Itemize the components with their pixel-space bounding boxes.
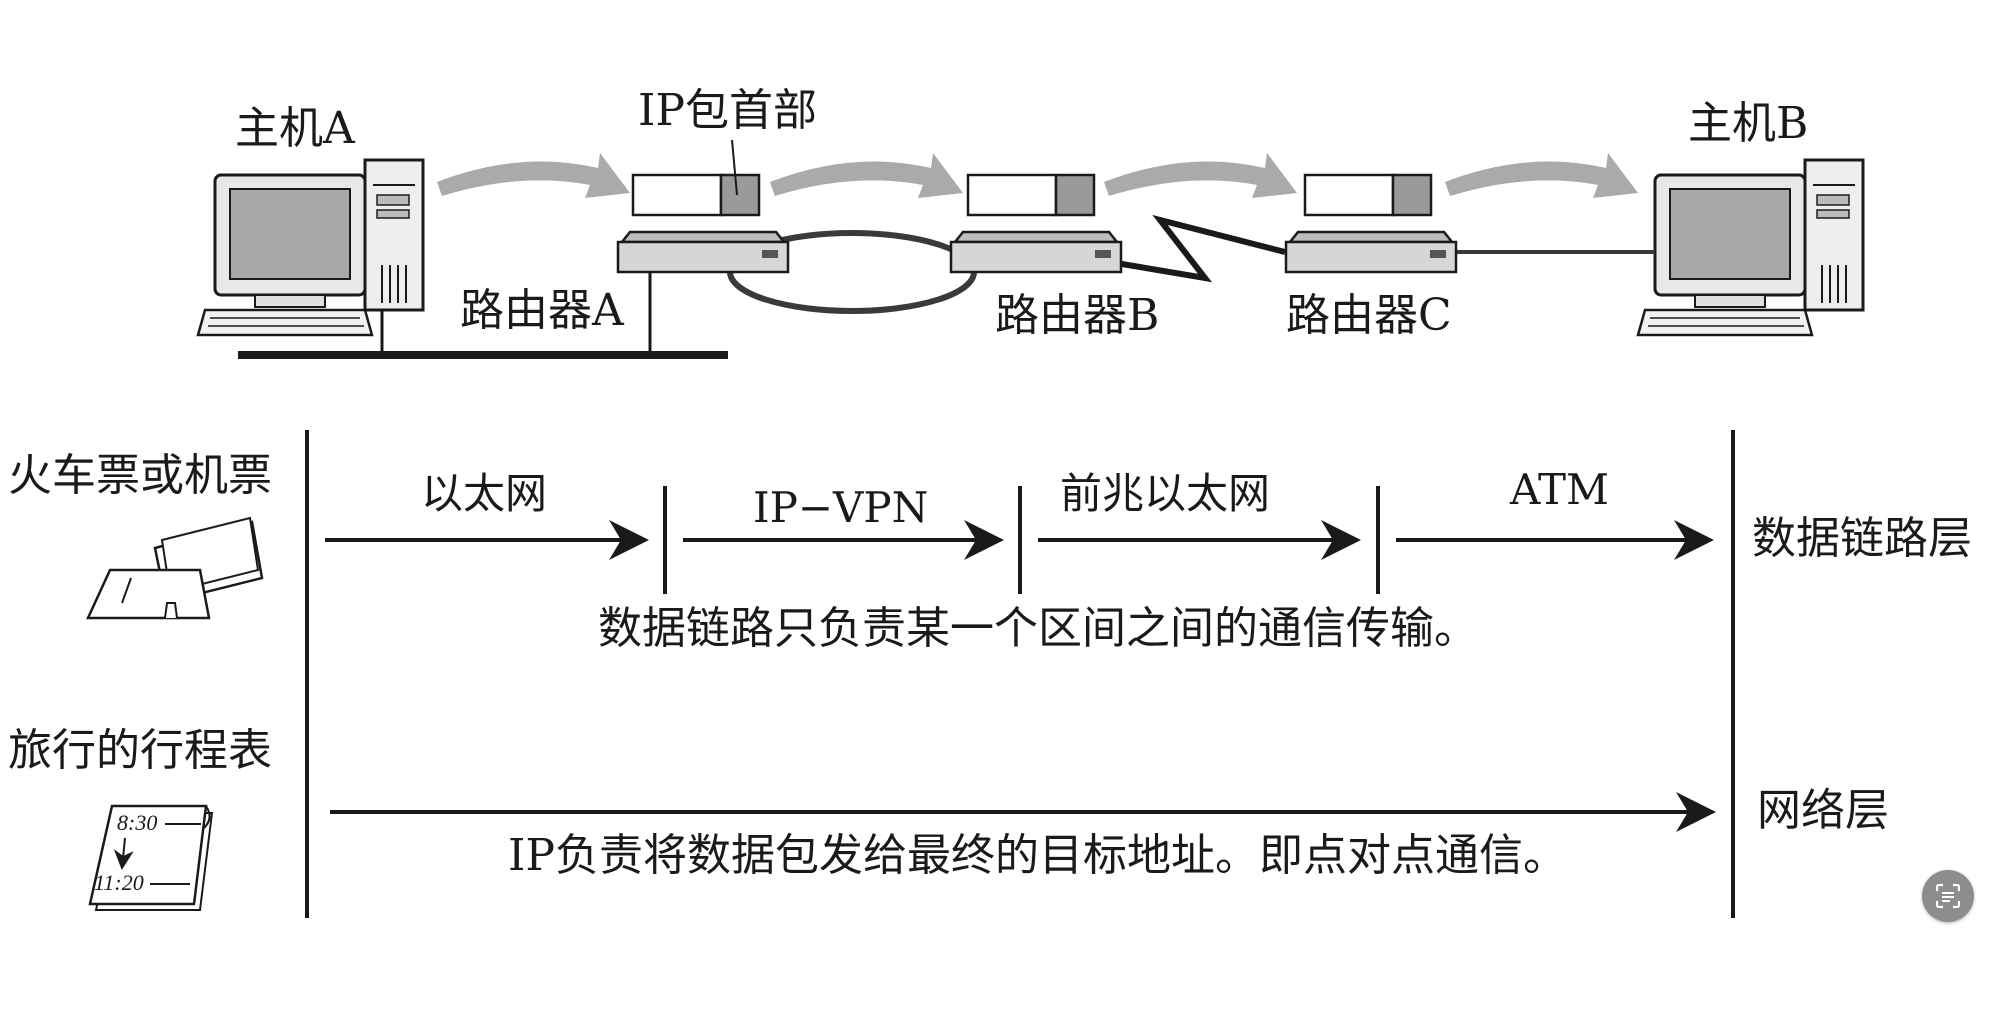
datalink-description: 数据链路只负责某一个区间之间的通信传输。: [598, 603, 1478, 654]
layer-comparison: 火车票或机票 以太网 IP−VPN 前兆以太网 ATM 数据链路层 数据链路只负…: [8, 430, 1972, 918]
ip-packet: [1303, 173, 1433, 217]
router-b-label: 路由器B: [995, 290, 1159, 341]
host-a-label: 主机A: [235, 103, 356, 154]
schedule-time-2: 11:20: [94, 870, 144, 895]
osi-layer-diagram: 主机A 主机B 路由器A 路由器B 路由器C IP包首部 火车票或机票 以太网 …: [8, 85, 1972, 918]
ip-packet: [966, 173, 1096, 217]
host-a-computer-icon: [196, 158, 425, 337]
ip-header-label: IP包首部: [638, 85, 817, 136]
text-scan-icon: [1935, 883, 1961, 909]
segment-label-2: IP−VPN: [753, 483, 928, 532]
router-a-label: 路由器A: [460, 285, 625, 336]
host-b-computer-icon: [1636, 158, 1865, 337]
text-scan-button[interactable]: [1922, 870, 1974, 922]
datalink-layer-label: 数据链路层: [1752, 513, 1972, 564]
segment-label-3: 前兆以太网: [1060, 469, 1270, 518]
itinerary-icon: 8:30 11:20: [88, 804, 214, 911]
network-topology: 主机A 主机B 路由器A 路由器B 路由器C IP包首部: [196, 85, 1865, 359]
tickets-icon: [86, 516, 264, 620]
segment-label-1: 以太网: [421, 469, 547, 518]
network-layer-label: 网络层: [1757, 785, 1889, 836]
router-b-icon: [949, 230, 1123, 274]
datalink-analogy-label: 火车票或机票: [8, 450, 272, 501]
router-a-icon: [616, 230, 790, 274]
schedule-time-1: 8:30: [117, 810, 157, 835]
router-c-icon: [1284, 230, 1458, 274]
segment-label-4: ATM: [1509, 465, 1609, 514]
network-description: IP负责将数据包发给最终的目标地址。即点对点通信。: [508, 830, 1567, 881]
ip-packet: [631, 173, 761, 217]
router-c-label: 路由器C: [1286, 290, 1452, 341]
link-bc-wan: [1109, 214, 1286, 283]
host-b-label: 主机B: [1688, 98, 1808, 149]
network-analogy-label: 旅行的行程表: [8, 725, 272, 776]
